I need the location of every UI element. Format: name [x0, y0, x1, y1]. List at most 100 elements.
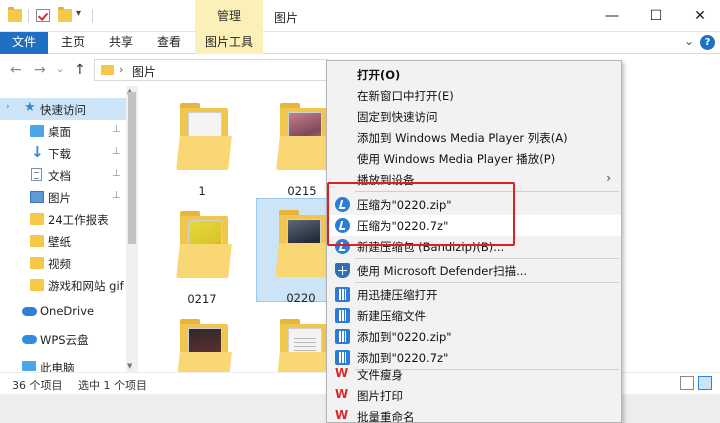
- menu-item-batch-rename[interactable]: W 批量重命名: [327, 406, 621, 423]
- menu-separator: [355, 282, 619, 283]
- menu-item-open-new-window[interactable]: 在新窗口中打开(E): [327, 85, 621, 106]
- sidebar-scrollbar-thumb[interactable]: [128, 92, 136, 244]
- wps-cloud-icon: [22, 335, 37, 344]
- pin-icon: ⊥: [112, 168, 121, 179]
- menu-item-file-slim[interactable]: W 文件瘦身: [327, 364, 621, 385]
- details-view-icon[interactable]: [680, 376, 694, 390]
- menu-separator: [355, 191, 619, 192]
- document-icon: [31, 168, 42, 181]
- sidebar-item-label: 游戏和网站 gif: [48, 279, 124, 293]
- menu-item-compress-7z[interactable]: 压缩为"0220.7z": [327, 215, 621, 236]
- ribbon-expand-icon[interactable]: ⌄: [684, 34, 694, 48]
- selection-count: 选中 1 个项目: [78, 379, 147, 392]
- folder-icon: [8, 7, 22, 22]
- folder-front: [275, 243, 331, 277]
- bandizip-icon: [335, 239, 350, 254]
- sidebar-item-wallpaper[interactable]: 壁纸: [0, 230, 138, 252]
- up-button[interactable]: ↑: [74, 62, 86, 78]
- help-icon[interactable]: ?: [700, 35, 715, 50]
- onedrive-icon: [22, 307, 37, 316]
- folder-front: [276, 352, 332, 372]
- sidebar-item-label: 桌面: [48, 125, 71, 139]
- tab-view[interactable]: 查看: [150, 32, 188, 54]
- menu-item-open[interactable]: 打开(O): [327, 64, 621, 85]
- folder-item-1[interactable]: 1: [164, 92, 240, 212]
- menu-item-label: 添加到"0220.zip": [357, 330, 452, 344]
- navigation-pane: › ★ 快速访问 桌面 ⊥ 下载 ⊥ 文档 ⊥ 图片 ⊥ 24工作报表 壁纸 视…: [0, 86, 138, 372]
- close-button[interactable]: ✕: [690, 6, 710, 26]
- quick-access-dropdown-icon[interactable]: ▾: [76, 8, 81, 19]
- xunjie-zip-icon: [335, 329, 350, 344]
- tab-file[interactable]: 文件: [0, 32, 48, 54]
- sidebar-item-onedrive[interactable]: OneDrive: [0, 300, 138, 322]
- sidebar-item-label: 下载: [48, 147, 71, 161]
- large-icons-view-icon[interactable]: [698, 376, 712, 390]
- menu-separator: [355, 258, 619, 259]
- menu-item-new-archive-bandizip[interactable]: 新建压缩包 (Bandizip)(B)...: [327, 236, 621, 257]
- menu-item-add-to-zip[interactable]: 添加到"0220.zip": [327, 326, 621, 347]
- menu-item-pin-quick-access[interactable]: 固定到快速访问: [327, 106, 621, 127]
- divider: [28, 9, 29, 23]
- sidebar-item-videos[interactable]: 视频: [0, 252, 138, 274]
- sidebar-item-wps-cloud[interactable]: WPS云盘: [0, 328, 138, 350]
- folder-front: [176, 352, 232, 372]
- menu-item-new-compressed-file[interactable]: 新建压缩文件: [327, 305, 621, 326]
- wps-icon: W: [335, 366, 349, 380]
- folder-icon: [30, 257, 44, 269]
- tab-manage[interactable]: 管理: [195, 0, 263, 32]
- expand-icon[interactable]: ›: [6, 102, 10, 112]
- window-title: 图片: [274, 11, 299, 25]
- sidebar-item-documents[interactable]: 文档 ⊥: [0, 164, 138, 186]
- sidebar-item-quick-access[interactable]: › ★ 快速访问: [0, 98, 138, 120]
- recent-locations-icon[interactable]: ⌄: [56, 64, 64, 75]
- menu-item-label: 新建压缩包 (Bandizip)(B)...: [357, 240, 505, 254]
- tab-home[interactable]: 主页: [54, 32, 92, 54]
- menu-item-defender-scan[interactable]: 使用 Microsoft Defender扫描...: [327, 260, 621, 281]
- title-bar: ▾ 管理 图片 — ☐ ✕: [0, 0, 720, 32]
- folder-front: [176, 136, 232, 170]
- address-bar[interactable]: › 图片: [94, 59, 328, 81]
- menu-item-label: 播放到设备: [357, 173, 415, 187]
- chevron-right-icon: ›: [606, 171, 611, 185]
- sidebar-item-label: 24工作报表: [48, 213, 109, 227]
- sidebar-item-games-gif[interactable]: 游戏和网站 gif: [0, 274, 138, 296]
- sidebar-item-this-pc[interactable]: 此电脑: [0, 356, 138, 372]
- menu-item-label: 使用 Windows Media Player 播放(P): [357, 152, 556, 166]
- menu-item-label: 图片打印: [357, 389, 403, 403]
- menu-item-play-wmp[interactable]: 使用 Windows Media Player 播放(P): [327, 148, 621, 169]
- menu-item-compress-zip[interactable]: 压缩为"0220.zip": [327, 194, 621, 215]
- pin-icon: ⊥: [112, 146, 121, 157]
- folder-item-0217[interactable]: 0217: [164, 200, 240, 320]
- back-button[interactable]: ←: [10, 62, 22, 78]
- forward-button[interactable]: →: [34, 62, 46, 78]
- sidebar-item-pictures[interactable]: 图片 ⊥: [0, 186, 138, 208]
- scroll-down-icon[interactable]: ▼: [127, 362, 132, 370]
- menu-item-label: 压缩为"0220.7z": [357, 219, 449, 233]
- sidebar-item-label: 视频: [48, 257, 71, 271]
- tab-share[interactable]: 共享: [102, 32, 140, 54]
- menu-item-add-wmp-list[interactable]: 添加到 Windows Media Player 列表(A): [327, 127, 621, 148]
- star-icon: ★: [24, 100, 36, 115]
- folder-item[interactable]: [164, 308, 240, 372]
- context-menu: 打开(O) 在新窗口中打开(E) 固定到快速访问 添加到 Windows Med…: [326, 60, 622, 423]
- menu-item-xunjie-open[interactable]: 用迅捷压缩打开: [327, 284, 621, 305]
- sidebar-item-label: WPS云盘: [40, 333, 89, 347]
- menu-item-label: 用迅捷压缩打开: [357, 288, 438, 302]
- maximize-button[interactable]: ☐: [646, 6, 666, 26]
- tab-picture-tools[interactable]: 图片工具: [195, 32, 263, 54]
- folder-icon: [30, 279, 44, 291]
- new-folder-icon[interactable]: [58, 7, 72, 22]
- chevron-right-icon[interactable]: ›: [119, 63, 123, 76]
- sidebar-item-24-reports[interactable]: 24工作报表: [0, 208, 138, 230]
- sidebar-item-downloads[interactable]: 下载 ⊥: [0, 142, 138, 164]
- menu-item-image-print[interactable]: W 图片打印: [327, 385, 621, 406]
- minimize-button[interactable]: —: [602, 6, 622, 26]
- wps-icon: W: [335, 387, 349, 401]
- pin-icon: ⊥: [112, 190, 121, 201]
- sidebar-item-label: 此电脑: [40, 361, 75, 372]
- breadcrumb-pictures[interactable]: 图片: [132, 63, 156, 80]
- sidebar-item-desktop[interactable]: 桌面 ⊥: [0, 120, 138, 142]
- properties-icon[interactable]: [36, 9, 50, 22]
- menu-item-cast-to-device[interactable]: 播放到设备 ›: [327, 169, 621, 190]
- xunjie-zip-icon: [335, 287, 350, 302]
